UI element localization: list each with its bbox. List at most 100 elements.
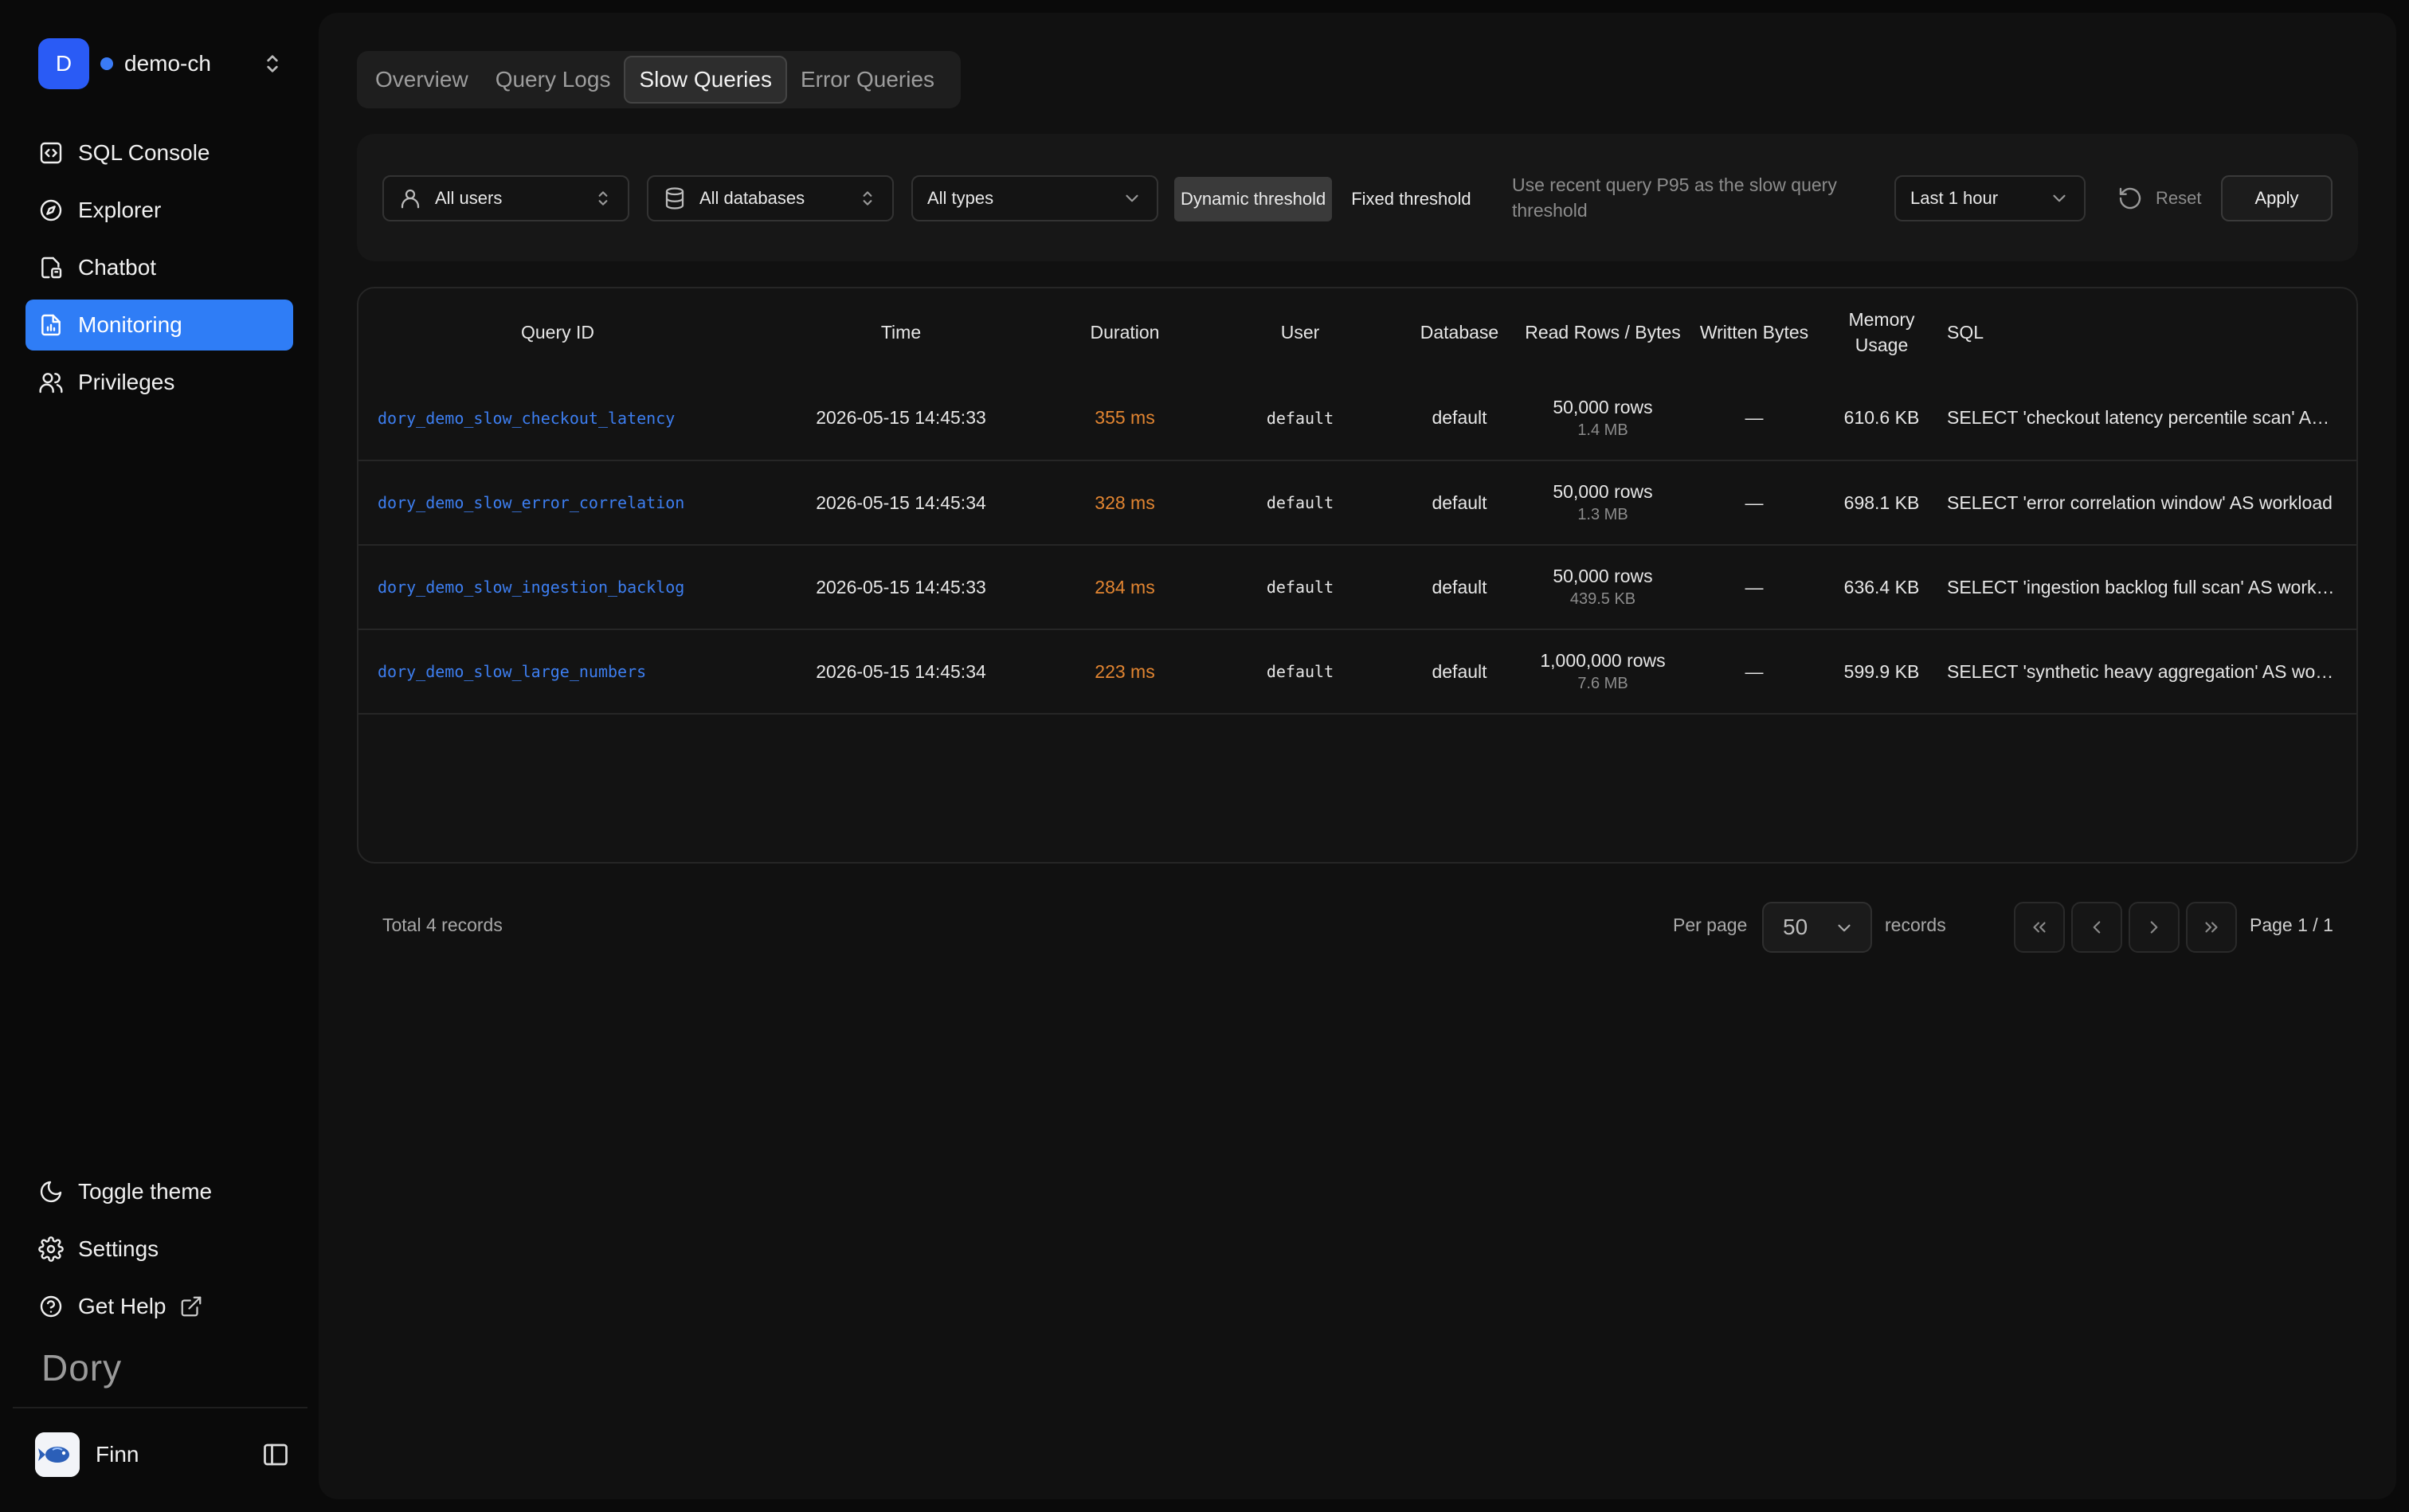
query-memory: 636.4 KB: [1826, 545, 1937, 630]
query-user: default: [1204, 460, 1396, 546]
chat-document-icon: [38, 255, 64, 280]
table-row[interactable]: dory_demo_slow_ingestion_backlog 2026-05…: [358, 545, 2356, 630]
chevron-up-down-icon: [863, 191, 872, 206]
user-menu[interactable]: Finn: [35, 1431, 290, 1479]
query-id-link[interactable]: dory_demo_slow_checkout_latency: [358, 376, 757, 461]
previous-page-button[interactable]: [2071, 902, 2122, 953]
types-select[interactable]: All types: [911, 175, 1158, 221]
query-user: default: [1204, 629, 1396, 715]
avatar: [35, 1432, 80, 1477]
column-header-time[interactable]: Time: [757, 288, 1045, 376]
column-header-read[interactable]: Read Rows / Bytes: [1523, 288, 1682, 376]
databases-select-value: All databases: [699, 188, 805, 208]
dynamic-threshold-button[interactable]: Dynamic threshold: [1174, 177, 1333, 221]
last-page-button[interactable]: [2186, 902, 2237, 953]
read-rows: 50,000 rows: [1553, 566, 1653, 586]
tab-slow-queries[interactable]: Slow Queries: [624, 56, 787, 104]
per-page-select[interactable]: 50: [1762, 902, 1872, 953]
sidebar-bottom-nav: Toggle theme Settings Get Help: [25, 1166, 293, 1338]
users-icon: [38, 370, 64, 395]
query-memory: 610.6 KB: [1826, 376, 1937, 461]
column-header-user[interactable]: User: [1204, 288, 1396, 376]
query-id-link[interactable]: dory_demo_slow_large_numbers: [358, 629, 757, 715]
query-time: 2026-05-15 14:45:34: [757, 629, 1045, 715]
query-sql[interactable]: SELECT 'ingestion backlog full scan' AS …: [1937, 545, 2356, 630]
chevrons-right-icon: [2205, 922, 2218, 933]
column-header-written[interactable]: Written Bytes: [1682, 288, 1826, 376]
query-time: 2026-05-15 14:45:34: [757, 460, 1045, 546]
main-panel: Overview Query Logs Slow Queries Error Q…: [319, 13, 2396, 1499]
slow-queries-table: Query ID Time Duration User Database Rea…: [357, 287, 2358, 864]
query-written-bytes: —: [1682, 629, 1826, 715]
chevron-down-icon: [2053, 194, 2066, 202]
time-range-select[interactable]: Last 1 hour: [1894, 175, 2086, 221]
sidebar-item-explorer[interactable]: Explorer: [25, 185, 293, 236]
per-page-label: Per page: [1673, 915, 1748, 935]
sidebar-item-monitoring[interactable]: Monitoring: [25, 300, 293, 351]
query-duration: 223 ms: [1045, 629, 1204, 715]
query-time: 2026-05-15 14:45:33: [757, 545, 1045, 630]
query-read: 50,000 rows 1.3 MB: [1523, 460, 1682, 546]
read-bytes: 1.3 MB: [1577, 506, 1628, 523]
table-header-row: Query ID Time Duration User Database Rea…: [358, 288, 2356, 376]
chevron-up-down-icon[interactable]: [260, 51, 285, 76]
fish-avatar-icon: [35, 1432, 80, 1477]
query-id-link[interactable]: dory_demo_slow_error_correlation: [358, 460, 757, 546]
fixed-threshold-button[interactable]: Fixed threshold: [1332, 177, 1490, 221]
tab-error-queries[interactable]: Error Queries: [787, 56, 948, 104]
query-sql[interactable]: SELECT 'checkout latency percentile scan…: [1937, 376, 2356, 461]
reset-button[interactable]: Reset: [2117, 175, 2201, 221]
column-header-duration[interactable]: Duration: [1045, 288, 1204, 376]
table-row[interactable]: dory_demo_slow_large_numbers 2026-05-15 …: [358, 629, 2356, 715]
sidebar-toggle-icon[interactable]: [261, 1440, 290, 1469]
column-header-memory[interactable]: Memory Usage: [1826, 288, 1937, 376]
types-select-value: All types: [927, 188, 994, 208]
read-rows: 50,000 rows: [1553, 481, 1653, 502]
get-help-link[interactable]: Get Help: [25, 1281, 293, 1332]
connection-switcher[interactable]: D demo-ch: [38, 38, 285, 89]
column-header-database[interactable]: Database: [1396, 288, 1523, 376]
query-duration: 355 ms: [1045, 376, 1204, 461]
sidebar-item-label: Monitoring: [78, 312, 182, 337]
moon-icon: [38, 1179, 64, 1205]
databases-select[interactable]: All databases: [647, 175, 894, 221]
threshold-mode-toggle: Dynamic threshold Fixed threshold: [1174, 177, 1490, 221]
sidebar-item-chatbot[interactable]: Chatbot: [25, 242, 293, 293]
sidebar-item-sql-console[interactable]: SQL Console: [25, 127, 293, 178]
query-read: 1,000,000 rows 7.6 MB: [1523, 629, 1682, 715]
tab-overview[interactable]: Overview: [362, 56, 482, 104]
read-rows: 1,000,000 rows: [1540, 650, 1666, 671]
next-page-button[interactable]: [2129, 902, 2180, 953]
sidebar-item-privileges[interactable]: Privileges: [25, 357, 293, 408]
table-row[interactable]: dory_demo_slow_error_correlation 2026-05…: [358, 460, 2356, 546]
apply-button[interactable]: Apply: [2221, 175, 2333, 221]
read-rows: 50,000 rows: [1553, 396, 1653, 417]
chevron-down-icon: [1126, 194, 1138, 202]
chevron-right-icon: [2150, 921, 2158, 934]
query-sql[interactable]: SELECT 'error correlation window' AS wor…: [1937, 460, 2356, 546]
query-database: default: [1396, 629, 1523, 715]
settings-button[interactable]: Settings: [25, 1224, 293, 1275]
per-page-value: 50: [1783, 915, 1808, 939]
toggle-theme-button[interactable]: Toggle theme: [25, 1166, 293, 1217]
query-database: default: [1396, 460, 1523, 546]
brand-logo-text: Dory: [41, 1347, 123, 1389]
first-page-button[interactable]: [2014, 902, 2065, 953]
column-header-query-id[interactable]: Query ID: [358, 288, 757, 376]
query-read: 50,000 rows 1.4 MB: [1523, 376, 1682, 461]
code-window-icon: [38, 140, 64, 166]
users-select[interactable]: All users: [382, 175, 629, 221]
column-header-sql[interactable]: SQL: [1937, 288, 2356, 376]
tab-query-logs[interactable]: Query Logs: [482, 56, 625, 104]
records-label: records: [1885, 915, 1946, 935]
reset-icon: [2119, 187, 2141, 210]
query-id-link[interactable]: dory_demo_slow_ingestion_backlog: [358, 545, 757, 630]
table-row[interactable]: dory_demo_slow_checkout_latency 2026-05-…: [358, 376, 2356, 461]
query-sql[interactable]: SELECT 'synthetic heavy aggregation' AS …: [1937, 629, 2356, 715]
external-link-icon: [181, 1296, 201, 1317]
reset-label: Reset: [2156, 188, 2202, 208]
query-user: default: [1204, 545, 1396, 630]
connection-status-dot: [100, 57, 113, 70]
chevron-left-icon: [2093, 921, 2101, 934]
page-indicator: Page 1 / 1: [2250, 915, 2333, 935]
